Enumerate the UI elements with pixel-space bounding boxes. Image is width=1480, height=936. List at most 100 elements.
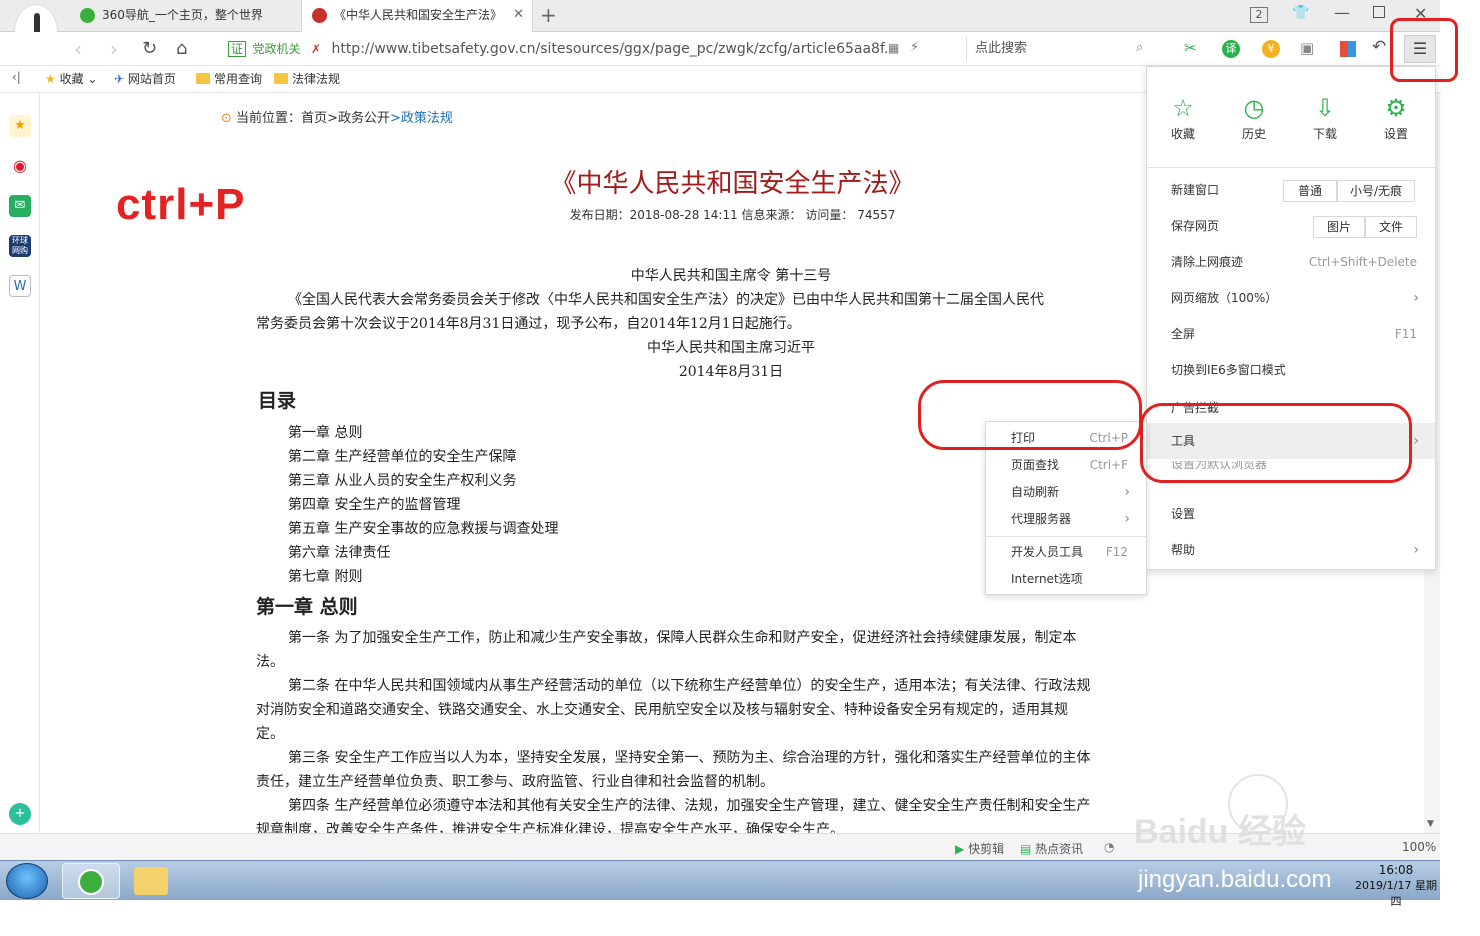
speed-mode-icon[interactable]: ⚡ bbox=[910, 40, 919, 55]
quick-clip-button[interactable]: ▶ 快剪辑 bbox=[955, 840, 1004, 857]
menu-download[interactable]: ⇩ 下载 bbox=[1295, 95, 1355, 142]
shirt-skin-icon[interactable]: 👕 bbox=[1292, 5, 1309, 21]
article-3-line-2: 责任，建立生产经营单位负责、职工参与、政府监管、行业自律和社会监督的机制。 bbox=[256, 774, 774, 790]
fav-label: 法律法规 bbox=[292, 72, 341, 86]
tab-count-badge[interactable]: 2 bbox=[1250, 7, 1268, 23]
menu-label: 新建窗口 bbox=[1171, 183, 1220, 197]
chevron-right-icon: › bbox=[1124, 484, 1130, 500]
refresh-icon[interactable]: ↻ bbox=[142, 36, 157, 62]
status-bar: ▶ 快剪辑 ▤ 热点资讯 ◔ 100% bbox=[0, 833, 1440, 860]
play-icon: ▶ bbox=[955, 842, 965, 856]
menu-label: 自动刷新 bbox=[1011, 485, 1060, 499]
toc-item: 第二章 生产经营单位的安全生产保障 bbox=[288, 449, 517, 465]
taskbar-browser[interactable] bbox=[62, 863, 120, 899]
new-tab-icon[interactable]: + bbox=[540, 3, 557, 27]
menu-favorites[interactable]: ☆ 收藏 bbox=[1153, 95, 1213, 142]
menu-fullscreen[interactable]: 全屏 F11 bbox=[1147, 316, 1435, 352]
ctrl-p-annotation: ctrl+P bbox=[116, 180, 246, 229]
undo-icon[interactable]: ↶ bbox=[1372, 37, 1386, 57]
breadcrumb: ⊙ 当前位置：首页>政务公开>政策法规 bbox=[221, 107, 453, 126]
favorites-side-icon[interactable]: ★ bbox=[9, 115, 31, 137]
minimize-icon[interactable]: — bbox=[1334, 3, 1350, 22]
start-button[interactable] bbox=[6, 863, 48, 899]
menu-history[interactable]: ◷ 历史 bbox=[1224, 95, 1284, 142]
toc-item: 第一章 总则 bbox=[288, 425, 363, 441]
hot-news-button[interactable]: ▤ 热点资讯 bbox=[1020, 840, 1083, 857]
fav-laws[interactable]: 法律法规 bbox=[274, 70, 340, 87]
clock-time: 16:08 bbox=[1378, 863, 1414, 877]
url-text[interactable]: http://www.tibetsafety.gov.cn/sitesource… bbox=[331, 41, 888, 57]
menu-ie6-mode[interactable]: 切换到IE6多窗口模式 bbox=[1147, 352, 1435, 388]
breadcrumb-section[interactable]: 政务公开 bbox=[338, 111, 390, 126]
breadcrumb-home[interactable]: 首页 bbox=[301, 111, 327, 126]
chevron-right-icon: › bbox=[1124, 511, 1130, 527]
tab-title: 360导航_一个主页，整个世界 bbox=[102, 8, 263, 22]
menu-divider bbox=[986, 536, 1146, 537]
zoom-level[interactable]: 100% bbox=[1402, 840, 1436, 854]
submenu-proxy[interactable]: 代理服务器 › bbox=[986, 506, 1146, 533]
menu-label: 设置 bbox=[1171, 507, 1196, 521]
favorites-button[interactable]: ★ 收藏 ⌄ bbox=[45, 70, 97, 87]
home-icon[interactable]: ⌂ bbox=[176, 36, 187, 62]
address-bar[interactable]: 证 党政机关 ✗ http://www.tibetsafety.gov.cn/s… bbox=[228, 37, 958, 61]
chevron-right-icon: › bbox=[1413, 433, 1419, 449]
menu-zoom[interactable]: 网页缩放（100%） › bbox=[1147, 280, 1435, 316]
chevron-right-icon: › bbox=[1413, 542, 1419, 558]
scissors-icon[interactable]: ✂ bbox=[1184, 39, 1197, 57]
menu-help[interactable]: 帮助 › bbox=[1147, 532, 1435, 568]
folder-icon bbox=[196, 73, 210, 84]
forward-icon[interactable]: › bbox=[110, 36, 118, 62]
tab-bar: 360导航_一个主页，整个世界 《中华人民共和国安全生产法》 ✕ + 2 👕 —… bbox=[0, 0, 1440, 60]
tab-360-nav[interactable]: 360导航_一个主页，整个世界 bbox=[70, 0, 300, 32]
weibo-icon[interactable]: ◉ bbox=[9, 155, 31, 177]
translate-icon[interactable]: 译 bbox=[1222, 40, 1240, 58]
news-icon[interactable]: 环球 网购 bbox=[9, 235, 31, 257]
toc-item: 第四章 安全生产的监督管理 bbox=[288, 497, 461, 513]
clock-icon: ◷ bbox=[1243, 94, 1265, 122]
taskbar: 16:08 2019/1/17 星期四 bbox=[0, 860, 1440, 908]
fav-site-home[interactable]: ✈ 网站首页 bbox=[114, 70, 176, 87]
main-menu: ☆ 收藏 ◷ 历史 ⇩ 下载 ⚙ 设置 新建窗口 普通 小号/无痕 保存网页 图片 文件… bbox=[1146, 66, 1436, 570]
fav-common-query[interactable]: 常用查询 bbox=[196, 70, 262, 87]
close-tab-icon[interactable]: ✕ bbox=[513, 0, 524, 30]
search-icon[interactable]: ⌕ bbox=[1136, 40, 1143, 55]
collapse-sidebar-icon[interactable]: ‹| bbox=[12, 70, 21, 84]
scroll-down-icon[interactable]: ▼ bbox=[1427, 819, 1434, 829]
document-icon[interactable]: W bbox=[9, 275, 31, 297]
new-window-normal-button[interactable]: 普通 bbox=[1283, 180, 1337, 202]
national-emblem-icon bbox=[312, 8, 327, 23]
favorites-label: 收藏 bbox=[59, 72, 84, 86]
qrcode-icon[interactable]: ▦ bbox=[888, 41, 899, 55]
screenshot-icon[interactable]: ▣ bbox=[1300, 39, 1314, 57]
clock[interactable]: 16:08 2019/1/17 星期四 bbox=[1352, 863, 1440, 909]
toc-item: 第六章 法律责任 bbox=[288, 545, 391, 561]
highlight-print bbox=[918, 380, 1142, 450]
speed-icon[interactable]: ◔ bbox=[1104, 840, 1114, 854]
fav-label: 网站首页 bbox=[127, 72, 176, 86]
menu-clear-traces[interactable]: 清除上网痕迹 Ctrl+Shift+Delete bbox=[1147, 244, 1435, 280]
new-window-private-button[interactable]: 小号/无痕 bbox=[1337, 180, 1415, 202]
save-file-button[interactable]: 文件 bbox=[1365, 216, 1417, 238]
article-2-line-2: 对消防安全和道路交通安全、铁路交通安全、水上交通安全、民用航空安全以及核与辐射安… bbox=[256, 702, 1068, 718]
news-icon: ▤ bbox=[1020, 842, 1032, 856]
star-icon: ☆ bbox=[1172, 94, 1194, 122]
tab-safety-law[interactable]: 《中华人民共和国安全生产法》 ✕ bbox=[301, 0, 533, 32]
search-input[interactable]: 点此搜索 bbox=[966, 37, 1156, 61]
save-image-button[interactable]: 图片 bbox=[1313, 216, 1365, 238]
menu-label: 下载 bbox=[1312, 127, 1337, 141]
taskbar-explorer-folder-icon[interactable] bbox=[134, 867, 168, 895]
breadcrumb-current[interactable]: 政策法规 bbox=[401, 111, 453, 126]
submenu-find[interactable]: 页面查找 Ctrl+F bbox=[986, 452, 1146, 479]
back-icon[interactable]: ‹ bbox=[74, 36, 82, 62]
menu-settings-row[interactable]: 设置 bbox=[1147, 496, 1435, 532]
restore-icon[interactable] bbox=[1373, 6, 1385, 18]
apps-icon[interactable] bbox=[1340, 41, 1356, 57]
menu-settings[interactable]: ⚙ 设置 bbox=[1366, 95, 1426, 142]
submenu-auto-refresh[interactable]: 自动刷新 › bbox=[986, 479, 1146, 506]
submenu-internet-options[interactable]: Internet选项 bbox=[986, 566, 1146, 593]
mail-icon[interactable]: ✉ bbox=[9, 195, 31, 217]
coin-icon[interactable]: ¥ bbox=[1262, 40, 1280, 58]
article-1-line-1: 第一条 为了加强安全生产工作，防止和减少生产安全事故，保障人民群众生命和财产安全… bbox=[288, 630, 1077, 646]
add-app-icon[interactable]: + bbox=[9, 803, 31, 825]
submenu-devtools[interactable]: 开发人员工具 F12 bbox=[986, 539, 1146, 566]
